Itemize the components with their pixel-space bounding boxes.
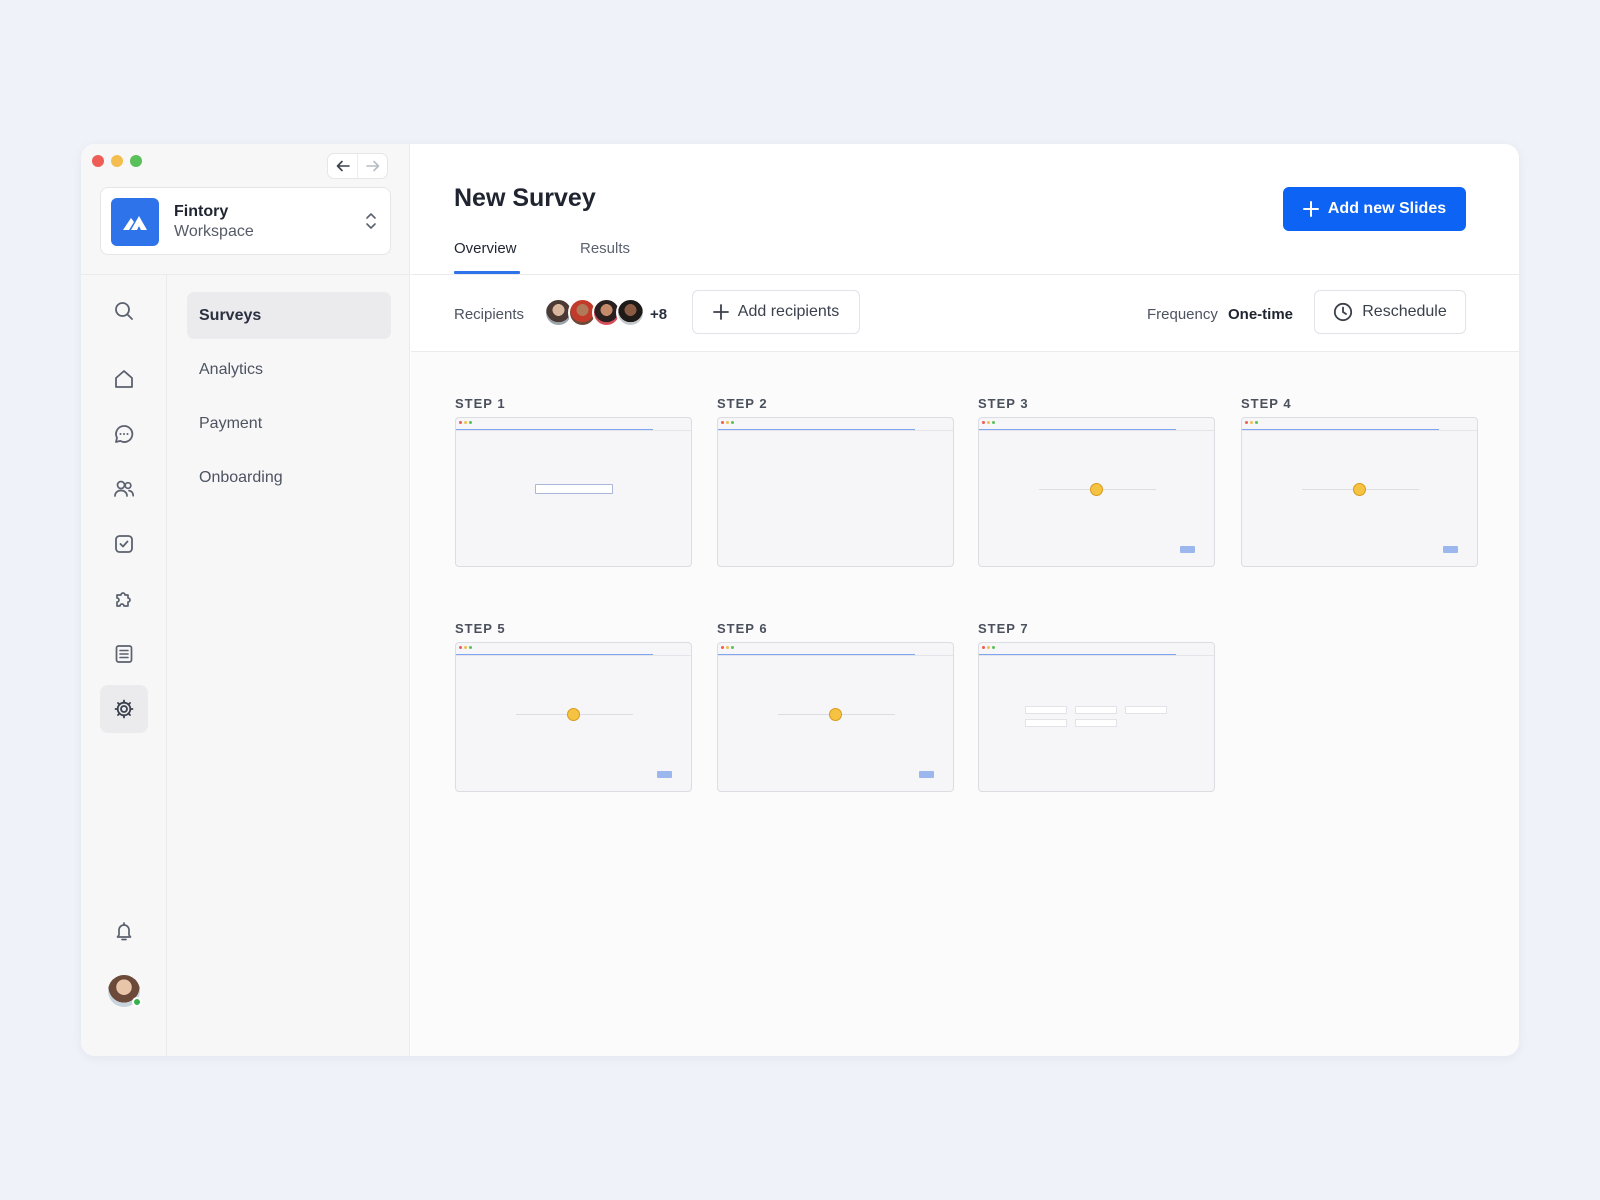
add-recipients-button[interactable]: Add recipients <box>692 290 860 334</box>
workspace-subtitle: Workspace <box>174 223 254 240</box>
search-icon[interactable] <box>100 287 148 335</box>
users-icon[interactable] <box>100 465 148 513</box>
chat-icon[interactable] <box>100 410 148 458</box>
step-card[interactable]: STEP 6 <box>717 621 954 792</box>
gear-icon[interactable] <box>100 685 148 733</box>
step-label: STEP 2 <box>717 396 768 411</box>
step-thumbnail[interactable] <box>717 417 954 567</box>
clock-icon <box>1334 302 1353 322</box>
page-title: New Survey <box>454 184 596 212</box>
surveys-submenu: Surveys Analytics Payment Onboarding <box>187 292 391 508</box>
history-nav <box>327 153 388 179</box>
frequency-label: Frequency <box>1147 306 1218 323</box>
tab-results[interactable]: Results <box>580 240 630 257</box>
list-icon[interactable] <box>100 630 148 678</box>
back-button[interactable] <box>328 154 358 178</box>
submenu-item-surveys[interactable]: Surveys <box>187 292 391 339</box>
user-avatar[interactable] <box>108 975 142 1007</box>
submenu-item-onboarding[interactable]: Onboarding <box>187 454 391 501</box>
online-status-dot <box>132 997 142 1007</box>
close-window-button[interactable] <box>92 155 104 167</box>
step-thumbnail[interactable] <box>455 417 692 567</box>
step-label: STEP 7 <box>978 621 1029 636</box>
recipients-label: Recipients <box>454 306 525 323</box>
step-thumbnail[interactable] <box>978 417 1215 567</box>
add-new-slides-label: Add new Slides <box>1327 200 1447 217</box>
reschedule-button[interactable]: Reschedule <box>1314 290 1466 334</box>
tab-overview[interactable]: Overview <box>454 240 517 257</box>
recipient-avatars[interactable] <box>544 298 645 327</box>
arrow-left-icon <box>336 160 350 172</box>
chevron-updown-icon <box>365 210 377 237</box>
step-label: STEP 5 <box>455 621 506 636</box>
plus-icon <box>1302 201 1319 217</box>
home-icon[interactable] <box>100 355 148 403</box>
icon-rail <box>81 275 167 1056</box>
step-label: STEP 6 <box>717 621 768 636</box>
avatar <box>616 298 645 327</box>
step-card[interactable]: STEP 2 <box>717 396 954 567</box>
step-card[interactable]: STEP 5 <box>455 621 692 792</box>
step-thumbnail[interactable] <box>978 642 1215 792</box>
left-panel: Fintory Workspace Surveys Analytics Paym… <box>81 144 410 1056</box>
step-card[interactable]: STEP 1 <box>455 396 692 567</box>
app-window: Fintory Workspace Surveys Analytics Paym… <box>81 144 1519 1056</box>
workspace-name: Fintory <box>174 203 229 220</box>
step-card[interactable]: STEP 3 <box>978 396 1215 567</box>
workspace-switcher[interactable]: Fintory Workspace <box>100 187 391 255</box>
maximize-window-button[interactable] <box>130 155 142 167</box>
submenu-item-payment[interactable]: Payment <box>187 400 391 447</box>
puzzle-icon[interactable] <box>100 575 148 623</box>
step-label: STEP 3 <box>978 396 1029 411</box>
workspace-logo <box>111 198 159 246</box>
more-recipients-count[interactable]: +8 <box>650 306 667 323</box>
forward-button[interactable] <box>358 154 387 178</box>
add-recipients-label: Add recipients <box>737 303 840 320</box>
frequency-value: One-time <box>1228 306 1294 323</box>
step-thumbnail[interactable] <box>1241 417 1478 567</box>
add-new-slides-button[interactable]: Add new Slides <box>1283 187 1466 231</box>
step-card[interactable]: STEP 7 <box>978 621 1215 792</box>
window-controls <box>92 155 142 167</box>
arrow-right-icon <box>365 160 379 172</box>
plus-icon <box>712 304 729 320</box>
step-thumbnail[interactable] <box>455 642 692 792</box>
submenu-item-analytics[interactable]: Analytics <box>187 346 391 393</box>
main-content: New Survey Add new Slides Overview Resul… <box>411 144 1519 1056</box>
step-card[interactable]: STEP 4 <box>1241 396 1478 567</box>
step-thumbnail[interactable] <box>717 642 954 792</box>
reschedule-label: Reschedule <box>1362 303 1447 320</box>
bell-icon[interactable] <box>100 907 148 955</box>
steps-canvas: STEP 1 STEP 2 STEP 3 STEP 4 STEP 5 STEP … <box>411 352 1519 1056</box>
step-label: STEP 1 <box>455 396 506 411</box>
minimize-window-button[interactable] <box>111 155 123 167</box>
checkbox-icon[interactable] <box>100 520 148 568</box>
step-label: STEP 4 <box>1241 396 1292 411</box>
